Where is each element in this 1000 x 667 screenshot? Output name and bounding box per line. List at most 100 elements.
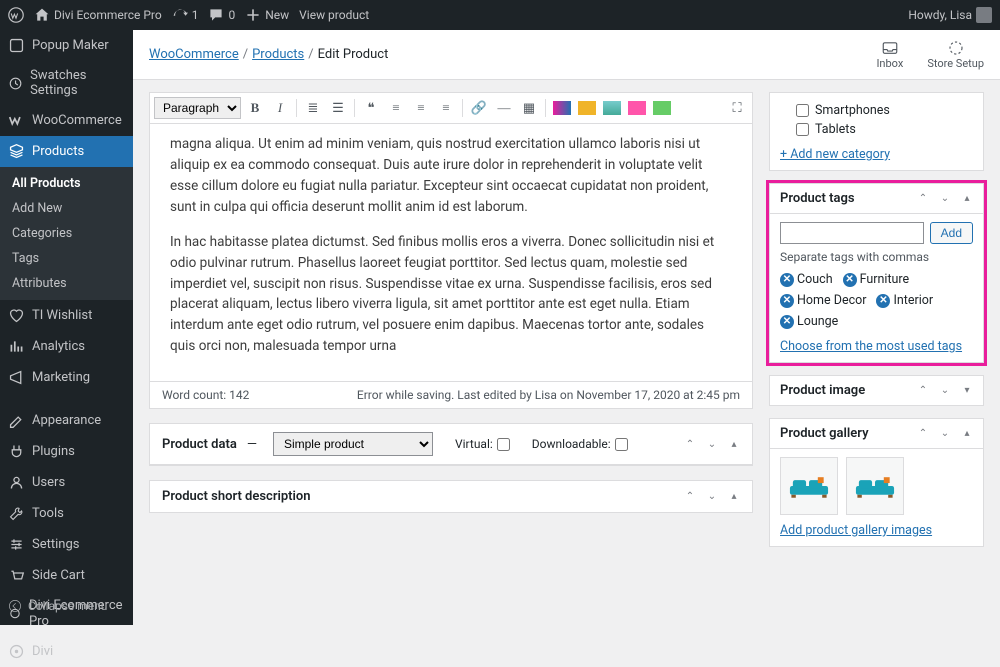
move-down-icon[interactable]: ⌄	[939, 193, 951, 205]
sidebar-item-swatches[interactable]: Swatches Settings	[0, 61, 133, 105]
move-up-icon[interactable]: ⌃	[917, 193, 929, 205]
swatch3-button[interactable]	[601, 97, 623, 119]
submenu-categories[interactable]: Categories	[0, 221, 133, 246]
downloadable-checkbox[interactable]: Downloadable:	[532, 437, 628, 451]
sidebar-item-popup-maker[interactable]: Popup Maker	[0, 30, 133, 61]
toggle-icon[interactable]: ▴	[728, 438, 740, 450]
sidebar-item-settings[interactable]: Settings	[0, 529, 133, 560]
remove-tag-icon[interactable]: ✕	[780, 273, 794, 287]
toolbar-toggle-button[interactable]: ▦	[518, 97, 540, 119]
breadcrumb-products[interactable]: Products	[252, 47, 304, 62]
inbox-button[interactable]: Inbox	[876, 39, 903, 70]
breadcrumb-woo[interactable]: WooCommerce	[149, 47, 239, 62]
swatch4-button[interactable]	[626, 97, 648, 119]
add-category-link[interactable]: + Add new category	[780, 147, 890, 162]
swatch5-button[interactable]	[651, 97, 673, 119]
new-content[interactable]: New	[245, 7, 289, 23]
toggle-icon[interactable]: ▴	[728, 491, 740, 503]
swatch-button[interactable]	[551, 97, 573, 119]
store-setup-button[interactable]: Store Setup	[927, 39, 984, 70]
move-down-icon[interactable]: ⌄	[706, 438, 718, 450]
sidebar-item-plugins[interactable]: Plugins	[0, 436, 133, 467]
move-up-icon[interactable]: ⌃	[917, 385, 929, 397]
gallery-thumb[interactable]	[780, 457, 838, 515]
image-box-title: Product image	[780, 383, 865, 398]
product-image-box: Product image ⌃ ⌄ ▾	[769, 375, 984, 406]
main-editor: Paragraph B I ≣ ☰ ❝ ≡ ≡ ≡ 🔗 — ▦	[149, 92, 753, 409]
tag-input[interactable]	[780, 222, 924, 244]
italic-button[interactable]: I	[269, 97, 291, 119]
format-select[interactable]: Paragraph	[154, 97, 241, 119]
sidebar-item-users[interactable]: Users	[0, 467, 133, 498]
virtual-checkbox[interactable]: Virtual:	[455, 437, 510, 451]
more-button[interactable]: —	[493, 97, 515, 119]
sidebar-item-side-cart[interactable]: Side Cart	[0, 560, 133, 591]
view-product-link[interactable]: View product	[299, 8, 369, 22]
comments-link[interactable]: 0	[208, 7, 235, 23]
sidebar-item-analytics[interactable]: Analytics	[0, 331, 133, 362]
site-link[interactable]: Divi Ecommerce Pro	[34, 7, 162, 23]
word-count: Word count: 142	[162, 388, 249, 402]
gallery-thumb[interactable]	[846, 457, 904, 515]
toggle-icon[interactable]: ▾	[961, 385, 973, 397]
sidebar-item-marketing[interactable]: Marketing	[0, 362, 133, 393]
move-up-icon[interactable]: ⌃	[917, 428, 929, 440]
bullet-list-button[interactable]: ≣	[302, 97, 324, 119]
numbered-list-button[interactable]: ☰	[327, 97, 349, 119]
quote-button[interactable]: ❝	[360, 97, 382, 119]
toggle-icon[interactable]: ▴	[961, 428, 973, 440]
add-gallery-link[interactable]: Add product gallery images	[780, 523, 932, 538]
short-desc-title: Product short description	[162, 489, 311, 504]
move-down-icon[interactable]: ⌄	[939, 428, 951, 440]
swatch2-button[interactable]	[576, 97, 598, 119]
move-up-icon[interactable]: ⌃	[684, 491, 696, 503]
link-button[interactable]: 🔗	[468, 97, 490, 119]
tags-list: ✕Couch ✕Furniture ✕Home Decor ✕Interior …	[780, 272, 973, 329]
wp-logo[interactable]	[8, 7, 24, 23]
products-submenu: All Products Add New Categories Tags Att…	[0, 167, 133, 300]
avatar	[976, 7, 992, 23]
main-area: WooCommerce/Products/Edit Product Inbox …	[133, 30, 1000, 625]
product-data-box: Product data — Simple product Virtual: D…	[149, 423, 753, 466]
move-up-icon[interactable]: ⌃	[684, 438, 696, 450]
remove-tag-icon[interactable]: ✕	[843, 273, 857, 287]
category-checkbox[interactable]: Smartphones	[780, 101, 973, 120]
sidebar-item-appearance[interactable]: Appearance	[0, 405, 133, 436]
editor-paragraph: In hac habitasse platea dictumst. Sed fi…	[170, 232, 732, 358]
fullscreen-button[interactable]: ⛶	[726, 97, 748, 119]
submenu-attributes[interactable]: Attributes	[0, 271, 133, 296]
editor-textarea[interactable]: magna aliqua. Ut enim ad minim veniam, q…	[150, 124, 752, 381]
toggle-icon[interactable]: ▴	[961, 193, 973, 205]
category-checkbox[interactable]: Tablets	[780, 120, 973, 139]
tag-item: ✕Lounge	[780, 314, 838, 329]
align-center-button[interactable]: ≡	[410, 97, 432, 119]
breadcrumb: WooCommerce/Products/Edit Product	[149, 47, 388, 62]
remove-tag-icon[interactable]: ✕	[780, 294, 794, 308]
site-title: Divi Ecommerce Pro	[54, 8, 162, 22]
updates-link[interactable]: 1	[172, 7, 199, 23]
howdy-account[interactable]: Howdy, Lisa	[908, 7, 992, 23]
choose-tags-link[interactable]: Choose from the most used tags	[780, 339, 962, 354]
bold-button[interactable]: B	[244, 97, 266, 119]
remove-tag-icon[interactable]: ✕	[876, 294, 890, 308]
submenu-add-new[interactable]: Add New	[0, 196, 133, 221]
move-down-icon[interactable]: ⌄	[706, 491, 718, 503]
admin-toolbar: Divi Ecommerce Pro 1 0 New View product …	[0, 0, 1000, 30]
comments-count: 0	[228, 8, 235, 22]
submenu-tags[interactable]: Tags	[0, 246, 133, 271]
sidebar-item-wishlist[interactable]: TI Wishlist	[0, 300, 133, 331]
product-gallery-box: Product gallery ⌃ ⌄ ▴ Add product galler…	[769, 418, 984, 547]
move-down-icon[interactable]: ⌄	[939, 385, 951, 397]
sidebar-item-woocommerce[interactable]: WooCommerce	[0, 105, 133, 136]
sidebar-item-products[interactable]: Products	[0, 136, 133, 167]
align-left-button[interactable]: ≡	[385, 97, 407, 119]
product-type-select[interactable]: Simple product	[273, 432, 433, 456]
save-status: Error while saving. Last edited by Lisa …	[357, 388, 740, 402]
sidebar-item-tools[interactable]: Tools	[0, 498, 133, 529]
add-tag-button[interactable]: Add	[930, 222, 973, 244]
remove-tag-icon[interactable]: ✕	[780, 315, 794, 329]
align-right-button[interactable]: ≡	[435, 97, 457, 119]
sidebar-item-divi[interactable]: Divi	[0, 636, 133, 667]
submenu-all-products[interactable]: All Products	[0, 171, 133, 196]
collapse-menu[interactable]: Collapse menu	[0, 593, 133, 619]
